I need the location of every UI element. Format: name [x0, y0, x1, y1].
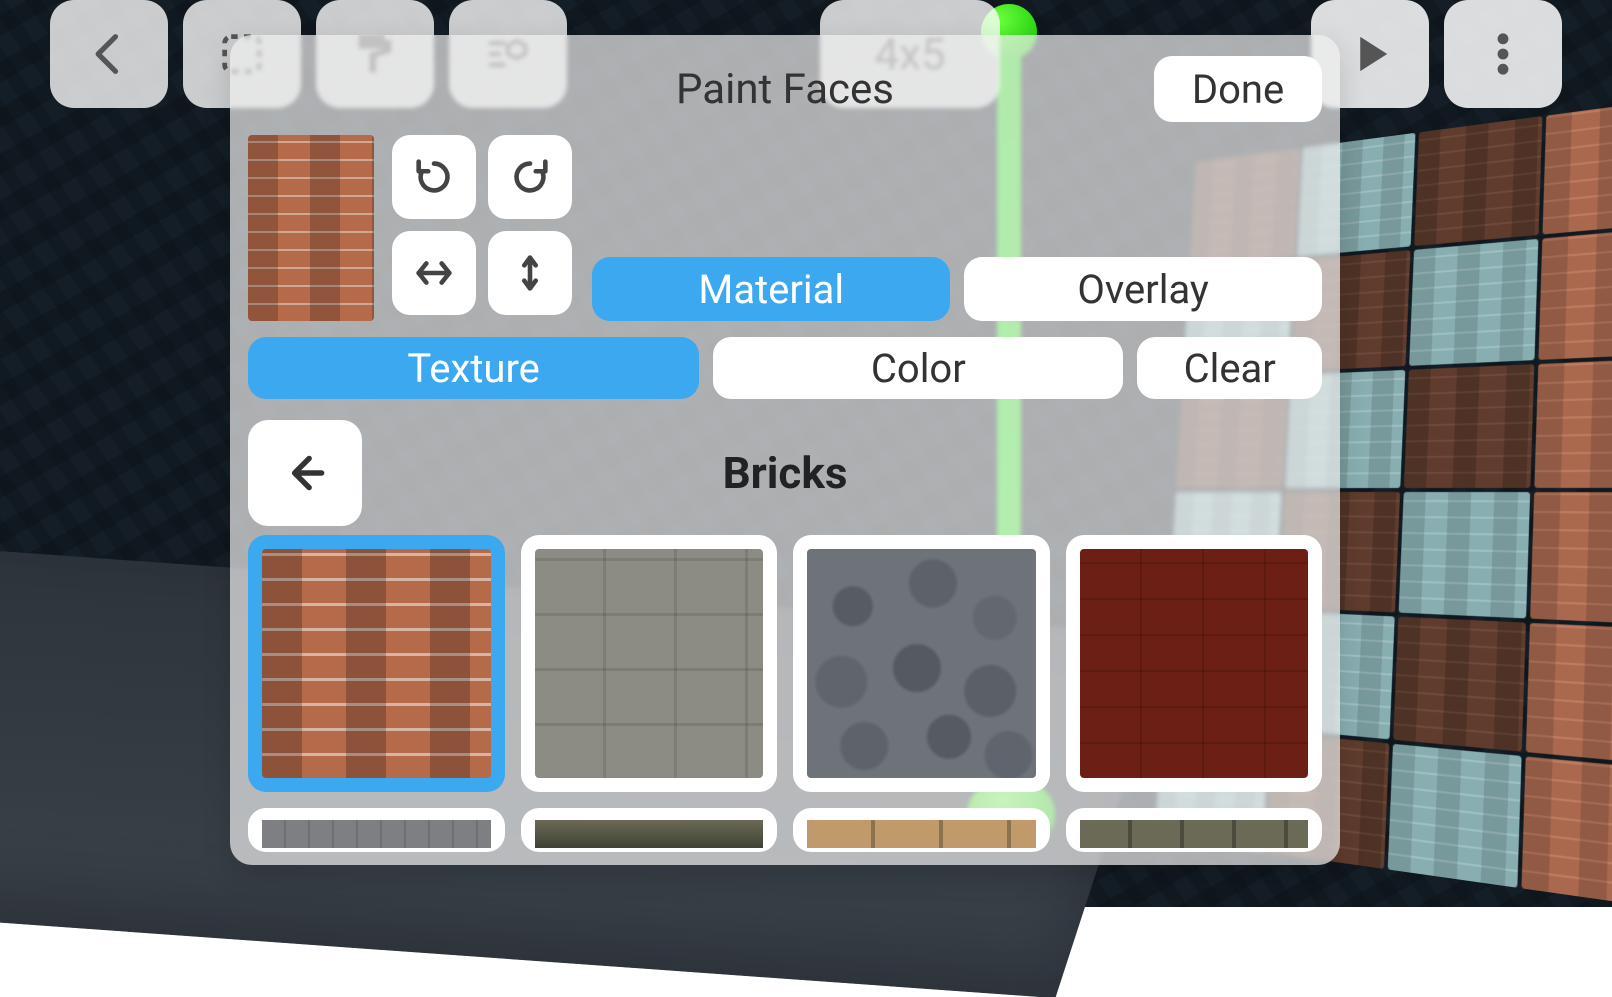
texture-card[interactable] — [248, 535, 505, 792]
flip-horizontal-button[interactable] — [392, 231, 476, 315]
texture-swatch-preview — [262, 820, 491, 848]
texture-card[interactable] — [521, 535, 778, 792]
paint-faces-sheet: Paint Faces Done Material O — [230, 35, 1340, 865]
rotate-cw-icon — [507, 154, 553, 200]
texture-swatch-rock-wall — [807, 549, 1036, 778]
texture-swatch-preview — [535, 820, 764, 848]
more-button[interactable] — [1444, 0, 1562, 108]
tab-color[interactable]: Color — [713, 337, 1123, 399]
texture-card[interactable] — [793, 808, 1050, 852]
texture-card[interactable] — [521, 808, 778, 852]
sheet-title: Paint Faces — [416, 65, 1154, 114]
texture-swatch-grey-block — [535, 549, 764, 778]
flip-vertical-icon — [507, 250, 553, 296]
material-preview[interactable] — [248, 135, 374, 321]
tab-overlay-label: Overlay — [1077, 266, 1209, 313]
texture-swatch-preview — [1080, 820, 1309, 848]
category-bar: Bricks — [248, 419, 1322, 527]
tab-texture[interactable]: Texture — [248, 337, 699, 399]
sheet-header: Paint Faces Done — [248, 53, 1322, 125]
category-title: Bricks — [362, 447, 1208, 499]
back-button[interactable] — [50, 0, 168, 108]
top-toolbar-right — [1311, 0, 1562, 108]
tab-clear-label: Clear — [1184, 345, 1276, 392]
layer-segmented-control: Material Overlay — [592, 257, 1322, 321]
rotate-ccw-icon — [411, 154, 457, 200]
texture-card[interactable] — [248, 808, 505, 852]
tab-overlay[interactable]: Overlay — [964, 257, 1322, 321]
texture-card[interactable] — [1066, 535, 1323, 792]
more-vertical-icon — [1477, 28, 1529, 80]
mode-tabs: Texture Color Clear — [248, 337, 1322, 399]
tab-color-label: Color — [871, 345, 966, 392]
arrow-left-icon — [280, 448, 330, 498]
tab-material-label: Material — [698, 266, 844, 313]
texture-swatch-red-brick — [262, 549, 491, 778]
arrow-left-icon — [83, 28, 135, 80]
tab-clear[interactable]: Clear — [1137, 337, 1322, 399]
flip-vertical-button[interactable] — [488, 231, 572, 315]
texture-swatch-red-paver — [1080, 549, 1309, 778]
done-button[interactable]: Done — [1154, 56, 1322, 122]
texture-swatch-preview — [807, 820, 1036, 848]
texture-card[interactable] — [793, 535, 1050, 792]
transform-grid — [392, 135, 572, 321]
tab-texture-label: Texture — [407, 345, 540, 392]
category-back-button[interactable] — [248, 420, 362, 526]
texture-grid — [248, 535, 1322, 852]
rotate-cw-button[interactable] — [488, 135, 572, 219]
flip-horizontal-icon — [411, 250, 457, 296]
preview-row: Material Overlay — [248, 135, 1322, 321]
play-icon — [1344, 28, 1396, 80]
done-label: Done — [1192, 66, 1284, 113]
texture-card[interactable] — [1066, 808, 1323, 852]
rotate-ccw-button[interactable] — [392, 135, 476, 219]
tab-material[interactable]: Material — [592, 257, 950, 321]
